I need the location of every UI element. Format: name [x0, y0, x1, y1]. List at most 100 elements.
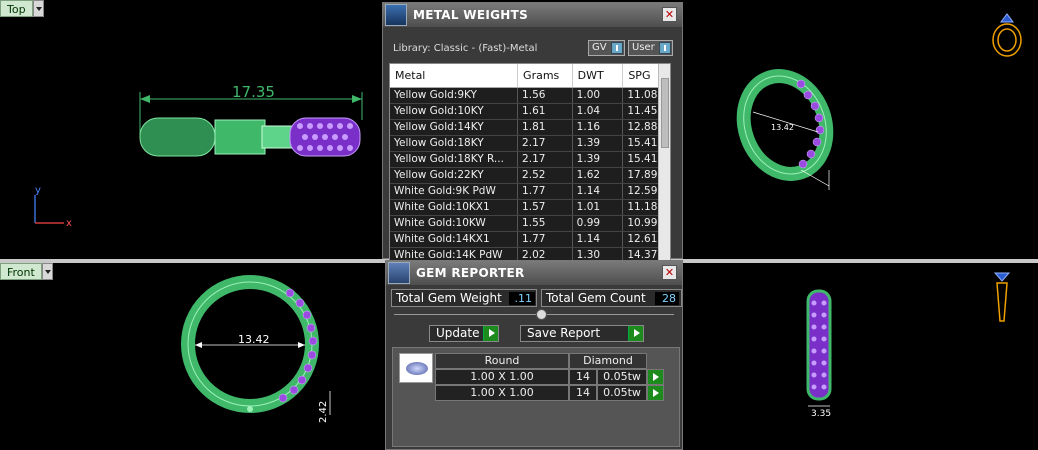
gem-cell: 1.00 X 1.00 [435, 385, 569, 401]
table-cell: White Gold:14KX1 [390, 232, 519, 247]
table-row[interactable]: White Gold:9K PdW 1.77 1.14 12.59 [390, 184, 670, 200]
table-cell: 1.16 [573, 120, 624, 135]
cad-workspace: Top 17.35 y x 13.42 Front 13.42 2.42 3.3… [0, 0, 1038, 450]
table-cell: 1.55 [518, 216, 573, 231]
table-row[interactable]: White Gold:10KX1 1.57 1.01 11.18 [390, 200, 670, 216]
table-cell: 1.62 [573, 168, 624, 183]
gem-shape-header: Round [435, 353, 569, 369]
metal-weights-table: Metal Grams DWT SPG Yellow Gold:9KY 1.56 1… [389, 63, 671, 263]
gem-list: Round Diamond 1.00 X 1.00 14 0.05tw 1.00 X … [392, 347, 680, 447]
play-arrow-icon [628, 326, 643, 341]
save-report-button-label: Save Report [527, 326, 601, 340]
total-gem-count: Total Gem Count 28 [541, 289, 682, 307]
gem-cell: 14 [569, 385, 597, 401]
table-cell: Yellow Gold:18KY R... [390, 152, 519, 167]
play-arrow-icon[interactable] [647, 385, 664, 401]
user-toggle-label: User [632, 42, 655, 53]
viewport-side[interactable]: 3.35 [683, 263, 1038, 450]
table-cell: 1.39 [573, 136, 624, 151]
viewport-front[interactable]: Front 13.42 2.42 [0, 263, 382, 450]
axis-y-label: y [35, 185, 41, 196]
column-header[interactable]: Metal [390, 64, 519, 87]
table-row[interactable]: White Gold:10KW 1.55 0.99 10.99 [390, 216, 670, 232]
table-cell: 1.14 [573, 184, 624, 199]
panel-title: METAL WEIGHTS [413, 8, 529, 22]
table-cell: White Gold:10KX1 [390, 200, 519, 215]
panel-title: GEM REPORTER [416, 266, 525, 280]
dimension-perspective: 13.42 [771, 123, 794, 132]
slider-knob[interactable] [536, 309, 547, 320]
gem-row[interactable]: 1.00 X 1.00 14 0.05tw [435, 385, 664, 401]
table-row[interactable]: Yellow Gold:10KY 1.61 1.04 11.45 [390, 104, 670, 120]
close-icon[interactable]: ✕ [662, 7, 677, 22]
viewport-perspective[interactable]: 13.42 [683, 0, 1038, 259]
table-header: Metal Grams DWT SPG [390, 64, 670, 88]
table-cell: White Gold:10KW [390, 216, 519, 231]
table-cell: 0.99 [573, 216, 624, 231]
table-cell: 1.77 [518, 232, 573, 247]
gem-reporter-titlebar[interactable]: GEM REPORTER ✕ [386, 261, 682, 285]
table-cell: 1.81 [518, 120, 573, 135]
table-body: Yellow Gold:9KY 1.56 1.00 11.08 Yellow Gold:… [390, 88, 670, 262]
metal-weights-titlebar[interactable]: METAL WEIGHTS ✕ [383, 3, 682, 27]
table-cell: Yellow Gold:9KY [390, 88, 519, 103]
table-cell: 2.17 [518, 136, 573, 151]
dimension-front-height: 2.42 [318, 401, 329, 423]
close-icon[interactable]: ✕ [662, 265, 677, 280]
perspective-view-model: 13.42 [736, 13, 1022, 190]
viewport-top[interactable]: Top 17.35 y x [0, 0, 382, 259]
update-button[interactable]: Update [429, 325, 499, 342]
table-cell: 1.77 [518, 184, 573, 199]
table-cell: 1.56 [518, 88, 573, 103]
column-header[interactable]: DWT [573, 64, 624, 87]
side-view-model: 3.35 [806, 272, 1011, 419]
table-row[interactable]: Yellow Gold:14KY 1.81 1.16 12.88 [390, 120, 670, 136]
total-gem-count-value: 28 [655, 292, 679, 305]
column-header[interactable]: Grams [518, 64, 573, 87]
table-scrollbar[interactable] [658, 64, 670, 262]
table-cell: 2.52 [518, 168, 573, 183]
gem-row[interactable]: 1.00 X 1.00 14 0.05tw [435, 369, 664, 385]
gv-toggle[interactable]: GV [588, 40, 625, 56]
dimension-side: 3.35 [811, 409, 831, 419]
library-label: Library: Classic - (Fast)-Metal [393, 43, 538, 54]
table-row[interactable]: Yellow Gold:9KY 1.56 1.00 11.08 [390, 88, 670, 104]
table-cell: Yellow Gold:22KY [390, 168, 519, 183]
ring-icon [992, 13, 1022, 57]
table-row[interactable]: Yellow Gold:18KY R... 2.17 1.39 15.41 [390, 152, 670, 168]
table-row[interactable]: Yellow Gold:18KY 2.17 1.39 15.41 [390, 136, 670, 152]
table-row[interactable]: Yellow Gold:22KY 2.52 1.62 17.89 [390, 168, 670, 184]
metal-weights-panel: METAL WEIGHTS ✕ Library: Classic - (Fast… [382, 2, 683, 263]
table-cell: 1.04 [573, 104, 624, 119]
app-logo-icon [385, 4, 407, 26]
table-cell: 1.39 [573, 152, 624, 167]
table-cell: 1.00 [573, 88, 624, 103]
gem-cell: 14 [569, 369, 597, 385]
gem-material-header: Diamond [569, 353, 647, 369]
gem-cell: 0.05tw [597, 385, 647, 401]
save-report-button[interactable]: Save Report [520, 325, 644, 342]
update-button-label: Update [436, 326, 480, 340]
table-cell: White Gold:9K PdW [390, 184, 519, 199]
play-arrow-icon[interactable] [647, 369, 664, 385]
total-gem-count-label: Total Gem Count [546, 291, 646, 305]
table-cell: 2.17 [518, 152, 573, 167]
dimension-top: 17.35 [232, 83, 275, 101]
gem-table-header: Round Diamond [435, 353, 664, 369]
axis-x-label: x [66, 218, 72, 229]
gem-reporter-panel: GEM REPORTER ✕ Total Gem Weight .11 Tota… [385, 260, 683, 450]
dimension-front-width: 13.42 [238, 333, 270, 346]
table-cell: 1.01 [573, 200, 624, 215]
table-cell: 1.14 [573, 232, 624, 247]
total-gem-weight-label: Total Gem Weight [396, 291, 502, 305]
table-row[interactable]: White Gold:14KX1 1.77 1.14 12.61 [390, 232, 670, 248]
top-view-model: 17.35 y x [34, 83, 363, 229]
gem-table: Round Diamond 1.00 X 1.00 14 0.05tw 1.00 X … [435, 353, 664, 401]
user-toggle[interactable]: User [628, 40, 673, 56]
scrollbar-thumb[interactable] [661, 78, 669, 148]
size-slider[interactable] [394, 309, 674, 320]
table-cell: Yellow Gold:10KY [390, 104, 519, 119]
round-diamond-icon[interactable] [399, 353, 433, 383]
total-gem-weight-value: .11 [509, 292, 535, 305]
gem-table-body: 1.00 X 1.00 14 0.05tw 1.00 X 1.00 14 0.05tw [435, 369, 664, 401]
